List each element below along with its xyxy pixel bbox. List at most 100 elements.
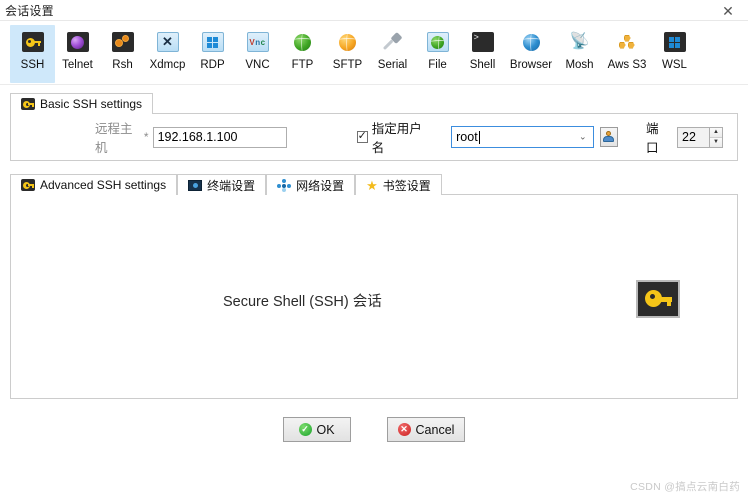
protocol-xdmcp[interactable]: ✕ Xdmcp [145,25,190,83]
telnet-sphere-icon [66,30,90,54]
tab-advanced-ssh-settings[interactable]: Advanced SSH settings [10,174,178,195]
watermark-text: CSDN @搞点云南白药 [630,481,740,493]
tab-bookmark-settings[interactable]: ★ 书签设置 [355,174,442,195]
protocol-label: Shell [469,59,496,71]
key-icon [21,98,35,110]
text-caret [478,130,480,144]
key-icon [636,280,680,318]
terminal-icon [188,179,203,191]
ok-button-label: OK [316,422,335,437]
wsl-windows-icon [663,30,687,54]
username-combobox[interactable]: root ⌄ [451,126,594,148]
protocol-shell[interactable]: > Shell [460,25,505,83]
protocol-wsl[interactable]: WSL [652,25,697,83]
advanced-settings-section: Advanced SSH settings 终端设置 网络设置 ★ 书签设置 S… [0,161,748,399]
protocol-label: Browser [509,59,553,71]
protocol-vnc[interactable]: Vnc VNC [235,25,280,83]
tab-terminal-settings[interactable]: 终端设置 [177,174,267,195]
protocol-mosh[interactable]: 📡 Mosh [557,25,602,83]
protocol-serial[interactable]: Serial [370,25,415,83]
username-value: root [456,130,478,144]
dialog-footer: ✓ OK ✕ Cancel [0,417,748,442]
protocol-label: Xdmcp [149,59,186,71]
tab-network-settings[interactable]: 网络设置 [266,174,356,195]
cancel-button[interactable]: ✕ Cancel [386,417,466,442]
star-icon: ★ [366,177,378,193]
port-spinner-up-icon[interactable]: ▲ [710,127,722,138]
tab-label: Basic SSH settings [40,97,143,111]
protocol-label: Rsh [112,59,133,71]
person-icon [603,131,615,143]
protocol-label: File [428,59,447,71]
close-icon[interactable]: ✕ [708,0,748,21]
cancel-button-label: Cancel [415,422,455,437]
basic-settings-row: 远程主机 * 指定用户名 root ⌄ 端口 ▲ [11,114,737,160]
protocol-rsh[interactable]: Rsh [100,25,145,83]
shell-terminal-icon: > [471,30,495,54]
check-circle-icon: ✓ [298,423,312,436]
chevron-down-icon[interactable]: ⌄ [579,132,587,143]
protocol-label: WSL [662,59,687,71]
protocol-label: SFTP [332,59,363,71]
rsh-gears-icon [111,30,135,54]
advanced-tab-row: Advanced SSH settings 终端设置 网络设置 ★ 书签设置 [10,174,738,195]
browser-globe-icon [519,30,543,54]
protocol-label: VNC [245,59,270,71]
aws-s3-buckets-icon [615,30,639,54]
protocol-label: FTP [291,59,314,71]
ssh-key-icon [21,30,45,54]
specify-username-label: 指定用户名 [371,122,422,155]
window-titlebar: 会话设置 ✕ [0,0,748,21]
remote-host-label: 远程主机 [95,122,133,155]
session-description: Secure Shell (SSH) 会话 [223,294,382,310]
protocol-label: Serial [377,59,408,71]
protocol-label: SSH [20,59,45,71]
protocol-browser[interactable]: Browser [505,25,557,83]
protocol-label: RDP [200,59,225,71]
advanced-settings-panel: Secure Shell (SSH) 会话 [10,194,738,399]
basic-settings-panel: 远程主机 * 指定用户名 root ⌄ 端口 ▲ [10,113,738,161]
protocol-ssh[interactable]: SSH [10,25,55,83]
port-label: 端口 [646,122,659,155]
basic-tab-row: Basic SSH settings [10,93,738,114]
window-title: 会话设置 [5,3,54,18]
protocol-aws-s3[interactable]: Aws S3 [602,25,652,83]
protocol-file[interactable]: File [415,25,460,83]
protocol-sftp[interactable]: SFTP [325,25,370,83]
select-user-button[interactable] [599,127,619,147]
port-spinner-buttons[interactable]: ▲ ▼ [709,126,723,148]
remote-host-input[interactable] [152,126,287,148]
basic-settings-section: Basic SSH settings 远程主机 * 指定用户名 root ⌄ 端… [0,85,748,161]
ok-button[interactable]: ✓ OK [282,417,351,442]
protocol-label: Mosh [565,59,594,71]
tab-label: 书签设置 [382,178,431,193]
protocol-toolbar: SSH Telnet Rsh ✕ Xdmcp RDP Vnc VNC FTP S… [0,21,748,85]
tab-label: 网络设置 [296,178,345,193]
vnc-monitor-icon: Vnc [246,30,270,54]
sftp-globe-icon [336,30,360,54]
port-spinner-down-icon[interactable]: ▼ [710,137,722,147]
basic-settings-tabgroup: Basic SSH settings 远程主机 * 指定用户名 root ⌄ 端… [10,93,738,161]
protocol-label: Telnet [62,59,93,71]
ftp-globe-icon [291,30,315,54]
mosh-satellite-icon: 📡 [569,33,590,50]
key-icon [21,179,35,191]
protocol-rdp[interactable]: RDP [190,25,235,83]
tab-basic-ssh-settings[interactable]: Basic SSH settings [10,93,154,114]
file-monitor-globe-icon [426,30,450,54]
tab-label: Advanced SSH settings [40,178,167,192]
specify-username-checkbox[interactable] [356,131,368,143]
network-icon [277,178,292,192]
advanced-panel-content: Secure Shell (SSH) 会话 [11,195,737,398]
protocol-telnet[interactable]: Telnet [55,25,100,83]
serial-plug-icon [381,30,405,54]
remote-host-required-mark: * [143,130,149,144]
x-circle-icon: ✕ [397,423,411,436]
port-stepper[interactable]: ▲ ▼ [677,126,723,148]
port-input[interactable] [677,126,709,148]
tab-label: 终端设置 [207,178,256,193]
protocol-ftp[interactable]: FTP [280,25,325,83]
rdp-windows-monitor-icon [201,30,225,54]
xdmcp-monitor-icon: ✕ [156,30,180,54]
advanced-tabgroup: Advanced SSH settings 终端设置 网络设置 ★ 书签设置 S… [10,174,738,399]
